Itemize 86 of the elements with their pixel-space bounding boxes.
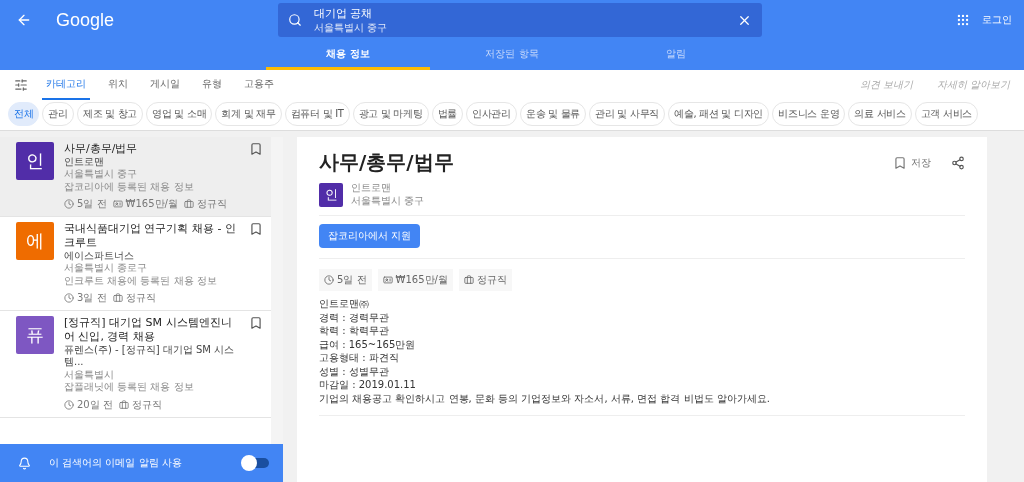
job-title: [정규직] 대기업 SM 시스템엔진니어 신입, 경력 채용 — [64, 316, 233, 344]
company-avatar: 인 — [16, 142, 54, 180]
category-chip[interactable]: 예술, 패션 및 디자인 — [668, 102, 770, 126]
posted-time: 5일 전 — [64, 197, 107, 212]
detail-title: 사무/총무/법무 — [319, 149, 455, 176]
category-chip[interactable]: 인사관리 — [466, 102, 517, 126]
search-query: 대기업 공채 — [314, 5, 374, 21]
company-name: 퓨렌스(주) - [정규직] 대기업 SM 시스템... — [64, 343, 236, 369]
category-chip[interactable]: 제조 및 창고 — [76, 102, 144, 126]
bookmark-button[interactable] — [249, 142, 263, 156]
company-avatar: 인 — [319, 182, 343, 207]
company-name: 인트로맨 — [64, 155, 105, 169]
back-button[interactable] — [16, 12, 32, 28]
clock-icon — [64, 199, 74, 210]
job-type: 정규직 — [183, 197, 227, 212]
description-line: 인트로맨㈜ — [319, 297, 370, 311]
filter-icon[interactable] — [14, 78, 28, 92]
apps-button[interactable] — [956, 13, 970, 27]
alert-toggle[interactable] — [243, 458, 269, 468]
posted-time: 3일 전 — [64, 291, 107, 306]
description-line: 고용형태 : 파견직 — [319, 351, 400, 365]
id-card-icon — [382, 275, 393, 285]
description-line: 급여 : 165~165만원 — [319, 337, 417, 351]
apply-button[interactable]: 잡코리아에서 지원 — [319, 224, 421, 248]
login-link[interactable]: 로그인 — [982, 13, 1012, 27]
description-line: 기업의 채용공고 확인하시고 연봉, 문화 등의 기업정보와 자소서, 서류, 면접 합격 비법도 알아가세요. — [319, 391, 771, 405]
description-line: 성별 : 성별무관 — [319, 364, 390, 378]
category-chip[interactable]: 회계 및 재무 — [215, 102, 282, 126]
job-location: 서울특별시 — [64, 368, 115, 382]
bookmark-icon — [893, 155, 907, 170]
category-chip[interactable]: 관리 — [42, 102, 74, 126]
job-source: 잡플래닛에 등록된 채용 정보 — [64, 381, 195, 394]
job-location: 서울특별시 중구 — [64, 168, 139, 181]
job-location: 서울특별시 종로구 — [64, 262, 149, 275]
search-field[interactable]: 대기업 공채 서울특별시 중구 — [278, 3, 762, 37]
company-avatar: 퓨 — [16, 316, 54, 355]
company-name: 인트로맨 — [351, 182, 392, 195]
category-chip[interactable]: 운송 및 물류 — [519, 102, 587, 126]
share-button[interactable] — [951, 155, 965, 170]
filter-tab[interactable]: 고용주 — [240, 70, 278, 100]
posted-time: 5일 전 — [319, 269, 372, 291]
category-chip[interactable]: 전체 — [8, 102, 40, 126]
briefcase-icon — [463, 275, 474, 285]
category-chip[interactable]: 고객 서비스 — [914, 102, 979, 126]
job-type: 정규직 — [458, 269, 512, 291]
company-avatar: 에 — [16, 222, 54, 261]
job-source: 인크루트 채용에 등록된 채용 정보 — [64, 274, 218, 288]
category-chip[interactable]: 영업 및 소매 — [146, 102, 213, 126]
job-list-item[interactable]: 인 사무/총무/법무 인트로맨 서울특별시 중구 잡코리아에 등록된 채용 정보 5일 전 ₩165만/월 정규직 — [0, 137, 271, 218]
job-type: 정규직 — [112, 291, 156, 306]
category-chip[interactable]: 비즈니스 운영 — [772, 102, 846, 126]
filter-tab[interactable]: 게시일 — [146, 70, 184, 100]
clock-icon — [324, 275, 334, 285]
salary: ₩165만/월 — [377, 269, 453, 291]
category-chip[interactable]: 관리 및 사무직 — [589, 102, 666, 126]
save-button[interactable]: 저장 — [887, 154, 937, 171]
job-title: 국내식품대기업 연구기획 채용 - 인크루트 — [64, 222, 237, 250]
filter-tab[interactable]: 위치 — [104, 70, 132, 100]
bookmark-button[interactable] — [249, 222, 263, 237]
filter-tab[interactable]: 유형 — [198, 70, 226, 100]
description-line: 학력 : 학력무관 — [319, 324, 390, 338]
posted-time: 20일 전 — [64, 397, 113, 412]
category-chip[interactable]: 의료 서비스 — [848, 102, 912, 126]
job-type: 정규직 — [118, 397, 162, 412]
clock-icon — [64, 399, 74, 410]
company-name: 에이스파트너스 — [64, 249, 135, 263]
search-location: 서울특별시 중구 — [314, 20, 389, 35]
bookmark-button[interactable] — [249, 316, 263, 331]
description-line: 경력 : 경력무관 — [319, 310, 390, 324]
briefcase-icon — [112, 293, 123, 304]
job-location: 서울특별시 중구 — [351, 194, 426, 207]
job-title: 사무/총무/법무 — [64, 142, 139, 156]
category-chip[interactable]: 법률 — [431, 102, 463, 126]
category-chip[interactable]: 광고 및 마케팅 — [352, 102, 429, 126]
bell-icon — [18, 456, 31, 470]
id-card-icon — [112, 199, 123, 210]
description-line: 마감일 : 2019.01.11 — [319, 378, 417, 392]
search-icon — [288, 13, 302, 27]
briefcase-icon — [183, 199, 194, 210]
salary: ₩165만/월 — [112, 197, 178, 212]
alert-label: 이 검색어의 이메일 알림 사용 — [49, 456, 183, 470]
briefcase-icon — [118, 399, 129, 410]
logo: Google — [56, 9, 116, 31]
job-source: 잡코리아에 등록된 채용 정보 — [64, 180, 195, 194]
clock-icon — [64, 293, 74, 304]
category-chip[interactable]: 컴퓨터 및 IT — [284, 102, 350, 126]
